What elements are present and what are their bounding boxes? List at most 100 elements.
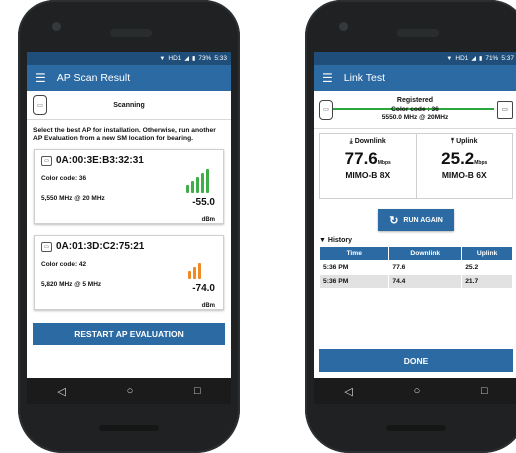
history-toggle[interactable]: ▼ History bbox=[314, 231, 516, 246]
table-cell: 25.2 bbox=[461, 260, 513, 275]
app-bar: ☰ Link Test bbox=[314, 65, 516, 91]
battery-level: 71% bbox=[485, 55, 499, 62]
ap-radio-icon: ▭ bbox=[41, 155, 52, 166]
android-nav-bar: ◁ ○ □ bbox=[27, 378, 231, 404]
status-bar: ▼ HD1 ◢ ▮ 73% 5:33 bbox=[27, 52, 231, 65]
table-cell: 5:36 PM bbox=[318, 260, 390, 275]
android-nav-bar: ◁ ○ □ bbox=[314, 378, 516, 404]
refresh-icon: ↻ bbox=[389, 214, 399, 227]
uplink-value: 25.2 bbox=[441, 149, 475, 168]
downlink-mimo: MIMO-B 8X bbox=[345, 170, 391, 180]
ap-frequency: 5,820 MHz @ 5 MHz bbox=[41, 281, 102, 289]
table-cell: 5:36 PM bbox=[318, 274, 390, 289]
table-cell: 77.6 bbox=[388, 260, 463, 275]
back-icon[interactable]: ◁ bbox=[57, 385, 65, 398]
signal-strength-icon bbox=[188, 255, 201, 280]
menu-icon[interactable]: ☰ bbox=[322, 72, 333, 84]
recent-apps-icon[interactable]: □ bbox=[481, 385, 488, 397]
link-test-screen: ▼ HD1 ◢ ▮ 71% 5:37 ☰ Link Test ▭ Registe… bbox=[314, 52, 516, 404]
ap-scan-screen: ▼ HD1 ◢ ▮ 73% 5:33 ☰ AP Scan Result ▭ Sc… bbox=[27, 52, 231, 404]
color-code: Color code : 36 bbox=[391, 105, 439, 113]
ap-frequency: 5,550 MHz @ 20 MHz bbox=[41, 195, 105, 203]
history-label: History bbox=[327, 237, 353, 244]
column-header: Uplink bbox=[461, 246, 513, 261]
front-camera bbox=[52, 22, 61, 31]
history-table: Time Downlink Uplink 5:36 PM 77.6 25.2 5… bbox=[318, 246, 513, 289]
uplink-unit: Mbps bbox=[474, 160, 488, 166]
ap-rssi: -74.0 dBm bbox=[192, 283, 215, 312]
battery-icon: ▮ bbox=[192, 56, 196, 62]
rssi-unit: dBm bbox=[201, 217, 215, 224]
network-label: HD1 bbox=[455, 55, 469, 62]
ap-radio-icon: ▭ bbox=[497, 100, 513, 119]
ap-rssi: -55.0 dBm bbox=[192, 197, 215, 226]
ap-radio-icon: ▭ bbox=[41, 241, 52, 252]
bottom-speaker bbox=[99, 425, 159, 431]
earpiece bbox=[110, 29, 152, 37]
network-label: HD1 bbox=[168, 55, 182, 62]
run-again-label: RUN AGAIN bbox=[403, 216, 443, 224]
collapse-triangle-icon: ▼ bbox=[319, 237, 326, 244]
phone-left: ▼ HD1 ◢ ▮ 73% 5:33 ☰ AP Scan Result ▭ Sc… bbox=[18, 0, 240, 453]
upload-icon: ⤒ bbox=[451, 138, 455, 145]
table-cell: 21.7 bbox=[461, 274, 513, 289]
app-bar: ☰ AP Scan Result bbox=[27, 65, 231, 91]
menu-icon[interactable]: ☰ bbox=[35, 72, 46, 84]
ap-mac: 0A:01:3D:C2:75:21 bbox=[56, 241, 145, 253]
downlink-value: 77.6 bbox=[344, 149, 378, 168]
clock: 5:33 bbox=[214, 55, 227, 62]
ap-mac: 0A:00:3E:B3:32:31 bbox=[56, 155, 144, 167]
rssi-value: -55.0 bbox=[192, 197, 215, 209]
uplink-stat: ⤒ Uplink 25.2Mbps MIMO-B 6X bbox=[415, 134, 513, 198]
scan-header: ▭ Scanning bbox=[27, 91, 231, 120]
ap-card[interactable]: ▭ 0A:01:3D:C2:75:21 Color code: 42 5,820… bbox=[34, 235, 224, 312]
run-again-button[interactable]: ↻ RUN AGAIN bbox=[378, 209, 454, 231]
sm-radio-icon: ▭ bbox=[319, 99, 333, 120]
home-icon[interactable]: ○ bbox=[127, 385, 134, 397]
ap-color-code: Color code: 42 bbox=[41, 261, 87, 269]
battery-icon: ▮ bbox=[479, 56, 483, 62]
bottom-speaker bbox=[386, 425, 446, 431]
front-camera bbox=[339, 22, 348, 31]
phone-right: ▼ HD1 ◢ ▮ 71% 5:37 ☰ Link Test ▭ Registe… bbox=[305, 0, 516, 453]
rssi-value: -74.0 bbox=[192, 283, 215, 295]
back-icon[interactable]: ◁ bbox=[344, 385, 352, 398]
uplink-mimo: MIMO-B 6X bbox=[441, 170, 487, 180]
restart-ap-evaluation-button[interactable]: RESTART AP EVALUATION bbox=[33, 323, 225, 346]
table-row: 5:36 PM 74.4 21.7 bbox=[318, 274, 513, 289]
wifi-icon: ▼ bbox=[159, 55, 166, 62]
frequency: 5550.0 MHz @ 20MHz bbox=[381, 113, 449, 121]
done-button[interactable]: DONE bbox=[319, 349, 513, 372]
earpiece bbox=[397, 29, 439, 37]
uplink-label: Uplink bbox=[456, 138, 478, 145]
rssi-unit: dBm bbox=[201, 303, 215, 310]
column-header: Time bbox=[318, 246, 390, 261]
registration-header: ▭ Registered Color code : 36 5550.0 MHz … bbox=[314, 91, 516, 129]
downlink-label: Downlink bbox=[354, 138, 386, 145]
page-title: AP Scan Result bbox=[56, 72, 131, 84]
clock: 5:37 bbox=[501, 55, 514, 62]
signal-strength-icon bbox=[186, 169, 209, 194]
scan-status: Scanning bbox=[113, 101, 145, 109]
page-title: Link Test bbox=[343, 72, 386, 84]
table-cell: 74.4 bbox=[388, 274, 463, 289]
instructions: Select the best AP for installation. Oth… bbox=[33, 127, 216, 143]
ap-card[interactable]: ▭ 0A:00:3E:B3:32:31 Color code: 36 5,550… bbox=[34, 149, 224, 226]
registration-status: Registered bbox=[393, 96, 437, 104]
table-header-row: Time Downlink Uplink bbox=[318, 246, 513, 261]
downlink-stat: ⤓ Downlink 77.6Mbps MIMO-B 8X bbox=[320, 134, 416, 198]
registration-info: Registered Color code : 36 5550.0 MHz @ … bbox=[333, 96, 497, 122]
table-row: 5:36 PM 77.6 25.2 bbox=[318, 260, 513, 275]
download-icon: ⤓ bbox=[349, 138, 353, 145]
battery-level: 73% bbox=[198, 55, 212, 62]
status-bar: ▼ HD1 ◢ ▮ 71% 5:37 bbox=[314, 52, 516, 65]
recent-apps-icon[interactable]: □ bbox=[194, 385, 201, 397]
signal-icon: ◢ bbox=[184, 56, 190, 62]
signal-icon: ◢ bbox=[471, 56, 477, 62]
throughput-panel: ⤓ Downlink 77.6Mbps MIMO-B 8X ⤒ Uplink 2… bbox=[319, 133, 513, 199]
ap-color-code: Color code: 36 bbox=[41, 175, 87, 183]
downlink-unit: Mbps bbox=[377, 160, 391, 166]
home-icon[interactable]: ○ bbox=[414, 385, 421, 397]
sm-radio-icon: ▭ bbox=[33, 95, 47, 115]
wifi-icon: ▼ bbox=[446, 55, 453, 62]
